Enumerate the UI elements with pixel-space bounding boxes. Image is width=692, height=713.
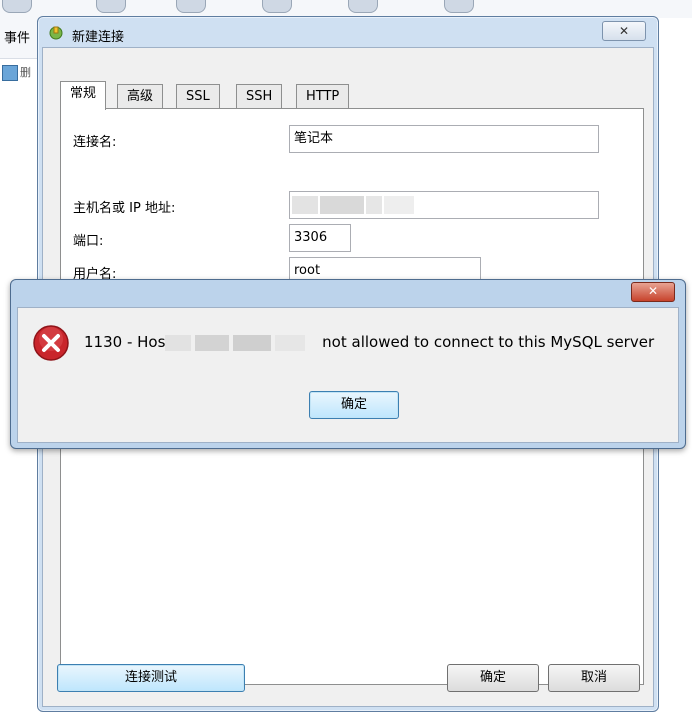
connection-name-input[interactable]: 笔记本 bbox=[289, 125, 599, 153]
menu-event-label[interactable]: 事件 bbox=[4, 27, 30, 46]
error-message-prefix: 1130 - Hos bbox=[84, 333, 166, 351]
tab-advanced[interactable]: 高级 bbox=[117, 84, 164, 109]
error-icon bbox=[33, 325, 69, 361]
toolbar-robot-icon[interactable] bbox=[262, 0, 292, 13]
background-row: 删 bbox=[0, 60, 40, 84]
delete-label[interactable]: 删 bbox=[20, 64, 38, 80]
dialog-close-button[interactable]: ✕ bbox=[602, 21, 646, 41]
error-body: 1130 - Hos not allowed to connect to thi… bbox=[17, 307, 679, 443]
error-message: 1130 - Hos not allowed to connect to thi… bbox=[84, 333, 654, 352]
tab-ssl[interactable]: SSL bbox=[176, 84, 220, 109]
ok-button[interactable]: 确定 bbox=[447, 664, 539, 692]
delete-icon[interactable] bbox=[2, 65, 18, 81]
plug-icon bbox=[49, 26, 63, 40]
error-close-button[interactable]: ✕ bbox=[631, 282, 675, 302]
error-message-suffix: not allowed to connect to this MySQL ser… bbox=[317, 333, 655, 351]
host-label: 主机名或 IP 地址: bbox=[73, 201, 176, 216]
error-ok-button[interactable]: 确定 bbox=[309, 391, 399, 419]
tab-general[interactable]: 常规 bbox=[60, 81, 107, 110]
tab-ssh[interactable]: SSH bbox=[236, 84, 283, 109]
cancel-button[interactable]: 取消 bbox=[548, 664, 640, 692]
dialog-title: 新建连接 bbox=[72, 30, 125, 45]
connection-name-label: 连接名: bbox=[73, 135, 117, 150]
toolbar-warning-icon[interactable] bbox=[444, 0, 474, 13]
redacted-host bbox=[292, 196, 416, 214]
host-input[interactable] bbox=[289, 191, 599, 219]
port-label: 端口: bbox=[73, 234, 104, 249]
redacted-host-text bbox=[165, 334, 317, 352]
tab-http[interactable]: HTTP bbox=[296, 84, 350, 109]
test-connection-button[interactable]: 连接测试 bbox=[57, 664, 245, 692]
port-input[interactable]: 3306 bbox=[289, 224, 351, 252]
toolbar-table-icon[interactable] bbox=[96, 0, 126, 13]
toolbar-chart-icon[interactable] bbox=[176, 0, 206, 13]
background-menu: 事件 bbox=[0, 18, 40, 59]
error-message-box: ✕ 1130 - Hos not allowed to connect to t… bbox=[10, 279, 686, 449]
toolbar-clock-icon[interactable] bbox=[2, 0, 32, 13]
toolbar-schedule-icon[interactable] bbox=[348, 0, 378, 13]
